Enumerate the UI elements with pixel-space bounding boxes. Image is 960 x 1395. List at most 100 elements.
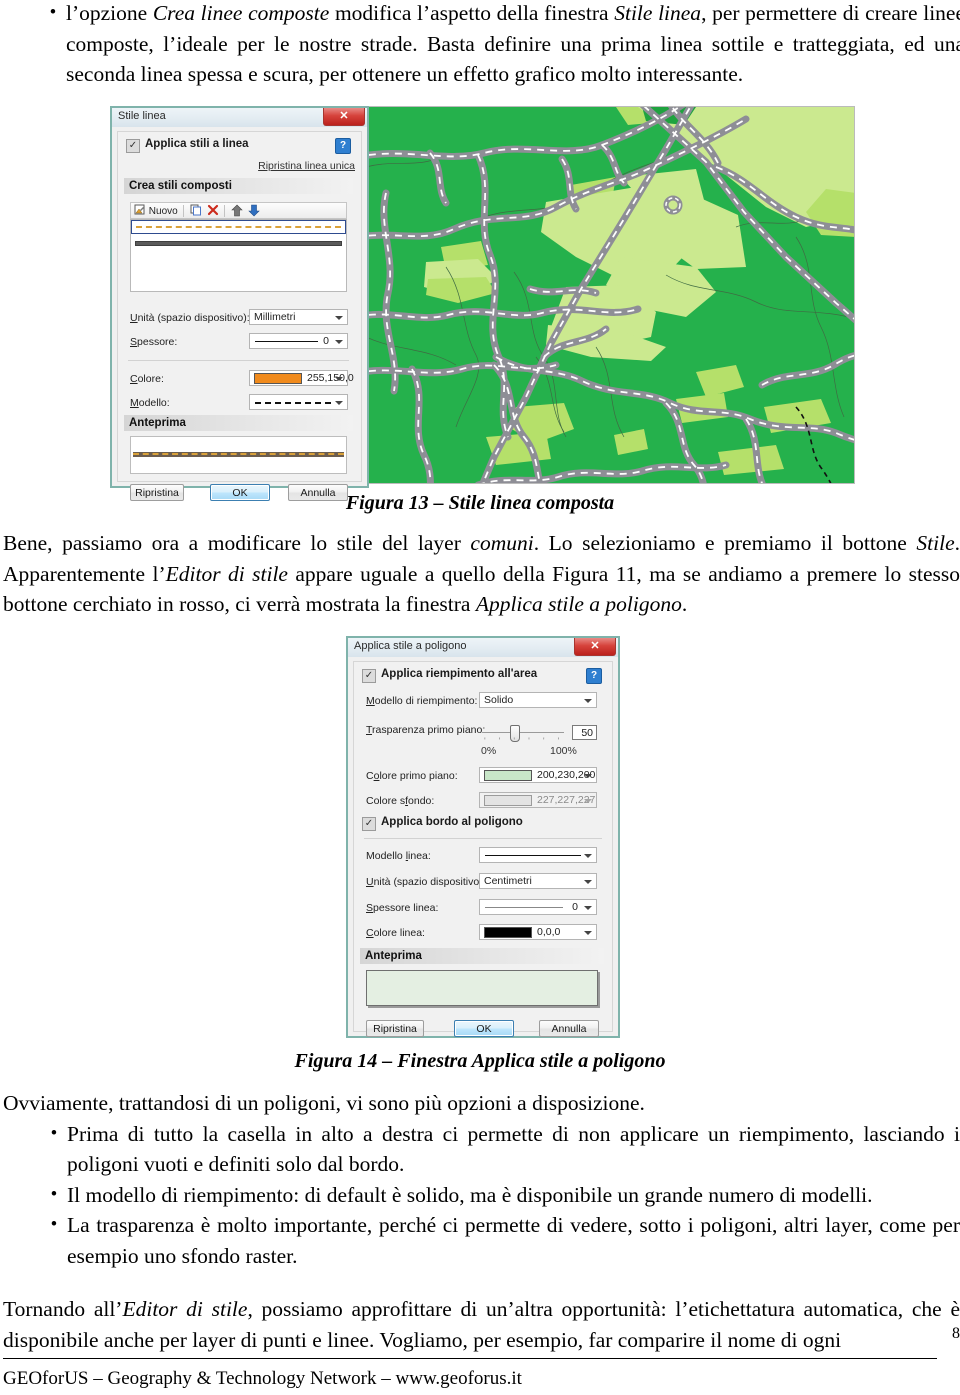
composite-styles-list[interactable] <box>130 219 347 292</box>
footer-text: GEOforUS – Geography & Technology Networ… <box>3 1368 522 1389</box>
reset-button[interactable]: Ripristina <box>366 1020 424 1037</box>
apply-line-styles-label: Applica stili a linea <box>145 138 249 150</box>
new-icon <box>134 204 145 215</box>
emphasis-applica-stile-a-poligono: Applica stile a poligono <box>475 592 682 616</box>
applica-stile-poligono-dialog: Applica stile a poligono ✕ ✓ Applica rie… <box>346 636 620 1038</box>
dialog-inner-panel: ✓ Applica riempimento all'area ? Modello… <box>353 661 613 1037</box>
arrow-up-icon[interactable] <box>231 204 243 218</box>
transparency-value[interactable]: 50 <box>572 725 597 740</box>
list-item[interactable] <box>131 220 346 234</box>
unit-combo[interactable]: Millimetri <box>249 309 348 325</box>
chevron-down-icon <box>335 401 343 405</box>
ok-button[interactable]: OK <box>454 1020 514 1037</box>
emphasis-editor-di-stile-2: Editor di stile <box>122 1297 248 1321</box>
dialog-body: ✓ Applica riempimento all'area ? Modello… <box>348 657 618 1037</box>
help-icon[interactable]: ? <box>335 138 351 154</box>
bullet-text: Il modello di riempimento: di default è … <box>67 1182 873 1207</box>
new-style-label: Nuovo <box>148 206 178 217</box>
chevron-down-icon <box>584 906 592 910</box>
background-color-combo[interactable]: 227,227,227 <box>479 792 597 808</box>
apply-border-checkbox[interactable]: ✓ <box>362 817 376 831</box>
reset-single-line-link[interactable]: Ripristina linea unica <box>258 160 355 172</box>
apply-fill-checkbox[interactable]: ✓ <box>362 669 376 683</box>
figure-14-caption: Figura 14 – Finestra Applica stile a pol… <box>294 1050 666 1072</box>
top-paragraph-block: • l’opzione Crea linee composte modifica… <box>40 0 960 90</box>
apply-fill-label: Applica riempimento all'area <box>381 668 538 680</box>
line-color-combo[interactable]: 0,0,0 <box>479 924 597 940</box>
line-color-value: 0,0,0 <box>537 926 561 938</box>
line-width-label: Spessore linea: <box>366 902 439 914</box>
pattern-dash-preview <box>255 402 331 404</box>
figure-14: Applica stile a poligono ✕ ✓ Applica rie… <box>346 636 620 1038</box>
unit-label: Unità (spazio dispositivo): <box>130 312 250 324</box>
dialog-titlebar: Stile linea ✕ <box>112 108 367 128</box>
apply-line-styles-checkbox[interactable]: ✓ <box>126 139 140 153</box>
cancel-button[interactable]: Annulla <box>539 1020 599 1037</box>
chevron-down-icon <box>584 931 592 935</box>
preview-header: Anteprima <box>124 415 353 431</box>
toolbar-separator-1 <box>183 205 184 217</box>
line-preview-box <box>130 436 347 474</box>
close-icon[interactable]: ✕ <box>574 638 616 656</box>
delete-icon[interactable] <box>207 204 219 217</box>
section-divider <box>364 838 602 839</box>
new-style-button[interactable]: Nuovo <box>134 204 178 217</box>
color-swatch <box>254 373 302 384</box>
dialog-inner-panel: ✓ Applica stili a linea ? Ripristina lin… <box>117 131 362 501</box>
units-combo[interactable]: Centimetri <box>479 873 597 889</box>
transparency-slider-track[interactable] <box>482 732 564 733</box>
map-svg <box>366 107 854 483</box>
transparency-label: Trasparenza primo piano: <box>366 724 486 736</box>
apply-border-row[interactable]: ✓ Applica bordo al poligono <box>362 816 602 834</box>
fill-pattern-value: Solido <box>484 694 514 706</box>
mid-paragraph-block: Bene, passiamo ora a modificare lo stile… <box>3 528 960 620</box>
color-combo[interactable]: 255,150,0 <box>249 370 354 386</box>
top-paragraph: l’opzione Crea linee composte modifica l… <box>66 0 960 90</box>
emphasis-stile: Stile <box>916 531 955 555</box>
text-fragment: Tornando all’ <box>3 1297 123 1321</box>
units-label: Unità (spazio dispositivo): <box>366 876 486 888</box>
document-page: • l’opzione Crea linee composte modifica… <box>0 0 960 1395</box>
bullet-item: • La trasparenza è molto importante, per… <box>41 1210 960 1271</box>
line-pattern-label: Modello linea: <box>366 850 431 862</box>
fill-pattern-label: Modello di riempimento: <box>366 695 478 707</box>
arrow-down-icon[interactable] <box>248 204 260 218</box>
style-line-dashed-preview <box>136 226 341 228</box>
bullet-marker: • <box>50 1214 58 1235</box>
line-color-swatch <box>484 927 532 938</box>
line-pattern-combo[interactable] <box>479 847 597 863</box>
stile-linea-dialog: Stile linea ✕ ✓ Applica stili a linea ? … <box>110 106 369 501</box>
map-preview <box>365 106 855 484</box>
bullet-text: La trasparenza è molto importante, perch… <box>67 1213 960 1268</box>
dialog-title: Applica stile a poligono <box>354 640 467 652</box>
section-divider <box>128 360 349 361</box>
close-icon[interactable]: ✕ <box>323 108 365 126</box>
chevron-down-icon <box>584 880 592 884</box>
copy-icon[interactable] <box>190 204 202 217</box>
help-icon[interactable]: ? <box>586 668 602 684</box>
color-value: 255,150,0 <box>307 372 354 384</box>
tail-paragraph-block: Tornando all’Editor di stile, possiamo a… <box>3 1294 960 1355</box>
thickness-combo[interactable]: 0 <box>249 333 348 349</box>
bullet-marker: • <box>50 1122 58 1144</box>
chevron-down-icon <box>335 340 343 344</box>
text-fragment: Bene, passiamo ora a modificare lo stile… <box>3 531 471 555</box>
thickness-value: 0 <box>323 335 329 347</box>
style-line-solid-preview <box>135 241 342 246</box>
apply-line-styles-row[interactable]: ✓ Applica stili a linea ? <box>126 138 351 156</box>
text-fragment: . <box>681 592 688 616</box>
bottom-intro-paragraph: Ovviamente, trattandosi di un poligoni, … <box>3 1091 645 1115</box>
line-width-value: 0 <box>572 901 578 913</box>
foreground-color-combo[interactable]: 200,230,200 <box>479 767 597 783</box>
chevron-down-icon <box>584 854 592 858</box>
dialog-title: Stile linea <box>118 110 166 122</box>
pattern-combo[interactable] <box>249 394 348 410</box>
composite-styles-header: Crea stili composti <box>124 178 353 194</box>
bottom-paragraph-block: Ovviamente, trattandosi di un poligoni, … <box>3 1088 960 1271</box>
tail-paragraph: Tornando all’Editor di stile, possiamo a… <box>3 1294 960 1355</box>
line-width-combo[interactable]: 0 <box>479 899 597 915</box>
fill-pattern-combo[interactable]: Solido <box>479 692 597 708</box>
apply-fill-row[interactable]: ✓ Applica riempimento all'area ? <box>362 668 602 686</box>
chevron-down-icon <box>584 699 592 703</box>
figure-13-caption: Figura 13 – Stile linea composta <box>345 492 615 514</box>
